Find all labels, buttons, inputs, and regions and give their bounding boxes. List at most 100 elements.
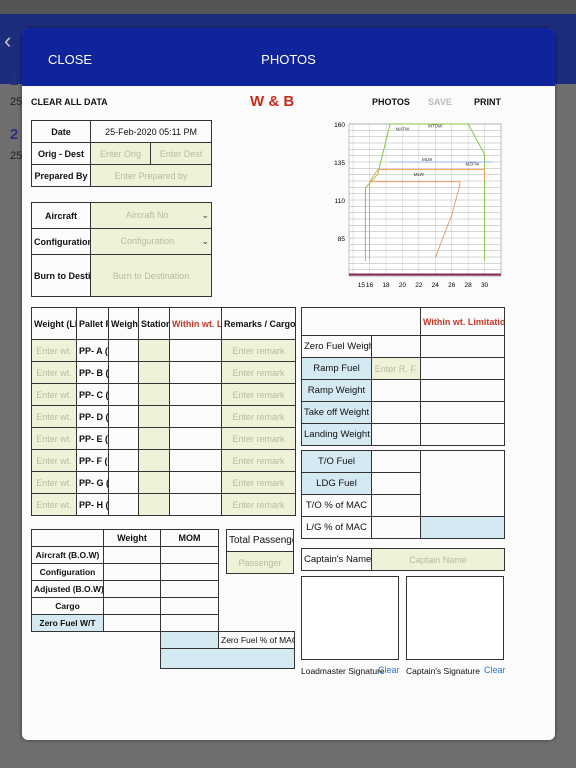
cargo-limit-cell xyxy=(169,405,222,428)
cargo-remark-input[interactable]: Enter remark xyxy=(221,361,296,384)
chart-line-label: MLW xyxy=(414,172,425,177)
summary-mom-cell xyxy=(160,614,219,632)
passenger-table: Total Passenger Passenger xyxy=(226,529,294,574)
cargo-weight-input[interactable]: Enter wt. xyxy=(31,449,77,472)
loadmaster-signature-pad[interactable] xyxy=(301,576,399,660)
limits-within-cell xyxy=(420,335,505,358)
date-label: Date xyxy=(31,120,91,143)
captain-clear-button[interactable]: Clear xyxy=(484,665,506,675)
chart-svg: 160 135 110 85 15 16 18 20 22 24 26 28 30 MATW MTOW MLW… xyxy=(334,122,502,289)
cargo-station-input[interactable] xyxy=(138,361,170,384)
captain-table: Captain's Name Captain Name xyxy=(301,548,505,571)
passenger-label: Total Passenger xyxy=(226,529,294,552)
aircraft-select[interactable]: Aircraft No ⌄ xyxy=(90,202,212,229)
cargo-row: Enter wt.PP- C (3) Enter remark xyxy=(31,383,296,406)
aircraft-label: Aircraft xyxy=(31,202,91,229)
lg-mac-result xyxy=(420,516,505,539)
cargo-station-input[interactable] xyxy=(138,339,170,362)
clear-all-button[interactable]: CLEAR ALL DATA xyxy=(31,97,108,107)
cargo-station-input[interactable] xyxy=(138,405,170,428)
fuel-table: T/O Fuel LDG Fuel T/O % of MAC L/G % of MAC xyxy=(301,450,505,539)
pallet-position: PP- D (4) xyxy=(76,405,109,428)
summary-weight-cell xyxy=(103,580,161,598)
passenger-input[interactable]: Passenger xyxy=(226,551,294,574)
captain-name-label: Captain's Name xyxy=(301,548,372,571)
cargo-remark-input[interactable]: Enter remark xyxy=(221,471,296,494)
bg-row-number: 2 xyxy=(10,126,19,143)
chart-line-label: MATW xyxy=(396,127,410,132)
print-button[interactable]: PRINT xyxy=(474,97,501,107)
cargo-station-input[interactable] xyxy=(138,383,170,406)
zero-fuel-mac-value[interactable] xyxy=(160,631,219,649)
cargo-weight-input[interactable]: Enter wt. xyxy=(31,383,77,406)
cargo-weight-input[interactable]: Enter wt. xyxy=(31,427,77,450)
summary-mom-cell xyxy=(160,580,219,598)
captain-name-input[interactable]: Captain Name xyxy=(371,548,505,571)
flight-info-table: Date 25-Feb-2020 05:11 PM Orig - Dest Ente… xyxy=(31,120,213,187)
cargo-station-input[interactable] xyxy=(138,471,170,494)
col-pallet: Pallet Position xyxy=(76,307,109,340)
cargo-table: Weight (LBS) Pallet Position Weight Stat… xyxy=(31,307,296,516)
save-button[interactable]: SAVE xyxy=(428,97,452,107)
cargo-station-input[interactable] xyxy=(138,449,170,472)
zero-fuel-mac-result[interactable] xyxy=(160,648,295,669)
modal-title: PHOTOS xyxy=(261,52,316,67)
dest-input[interactable]: Enter Dest xyxy=(149,142,213,165)
cargo-weight-cell xyxy=(108,471,139,494)
chart-line-label: MLW xyxy=(422,157,433,162)
chart-line-label: MTOW xyxy=(428,124,443,129)
burn-input[interactable]: Burn to Destination xyxy=(90,254,212,297)
col-remarks: Remarks / Cargo Destination xyxy=(221,307,296,340)
status-bar xyxy=(0,0,576,14)
chart-y-tick: 85 xyxy=(338,236,346,243)
cargo-weight-input[interactable]: Enter wt. xyxy=(31,339,77,362)
back-chevron-icon[interactable]: ‹ xyxy=(4,28,11,54)
cargo-station-input[interactable] xyxy=(138,427,170,450)
fuel-value-cell xyxy=(371,494,421,517)
chart-x-tick: 28 xyxy=(465,282,473,289)
chart-y-tick: 110 xyxy=(335,198,346,205)
prepared-by-label: Prepared By xyxy=(31,164,91,187)
limits-within-cell xyxy=(420,379,505,402)
limits-row: Landing Weight xyxy=(301,423,505,446)
fuel-side-cell xyxy=(420,450,505,517)
summary-weight-cell xyxy=(103,563,161,581)
loadmaster-clear-button[interactable]: Clear xyxy=(378,665,400,675)
fuel-value-cell xyxy=(371,516,421,539)
limits-table: Within wt. Limitations? Zero Fuel Weight… xyxy=(301,307,505,446)
summary-row-label: Zero Fuel W/T xyxy=(31,614,104,632)
cargo-weight-input[interactable]: Enter wt. xyxy=(31,361,77,384)
summary-weight-cell xyxy=(103,597,161,615)
cargo-weight-input[interactable]: Enter wt. xyxy=(31,493,77,516)
configuration-select[interactable]: Configuration ⌄ xyxy=(90,228,212,255)
summary-weight-cell xyxy=(103,614,161,632)
captain-signature-pad[interactable] xyxy=(406,576,504,660)
cargo-remark-input[interactable]: Enter remark xyxy=(221,339,296,362)
cargo-remark-input[interactable]: Enter remark xyxy=(221,449,296,472)
modal-header: CLOSE PHOTOS xyxy=(22,28,555,86)
cargo-remark-input[interactable]: Enter remark xyxy=(221,383,296,406)
cargo-remark-input[interactable]: Enter remark xyxy=(221,405,296,428)
summary-weight-cell xyxy=(103,546,161,564)
orig-input[interactable]: Enter Orig xyxy=(90,142,151,165)
cargo-limit-cell xyxy=(169,471,222,494)
zero-fuel-mac-table: Zero Fuel % of MAC xyxy=(160,631,295,669)
photos-button[interactable]: PHOTOS xyxy=(372,97,410,107)
loadmaster-signature-label: Loadmaster Signature xyxy=(301,666,385,676)
cargo-weight-input[interactable]: Enter wt. xyxy=(31,405,77,428)
cargo-weight-cell xyxy=(108,339,139,362)
limits-within-cell xyxy=(420,357,505,380)
cargo-remark-input[interactable]: Enter remark xyxy=(221,493,296,516)
ramp-fuel-input[interactable]: Enter R. F. xyxy=(371,357,421,380)
chart-x-tick: 24 xyxy=(432,282,440,289)
prepared-by-input[interactable]: Enter Prepared by xyxy=(89,164,213,187)
date-value[interactable]: 25-Feb-2020 05:11 PM xyxy=(89,120,213,143)
cargo-row: Enter wt.PP- B (2) Enter remark xyxy=(31,361,296,384)
cargo-weight-input[interactable]: Enter wt. xyxy=(31,471,77,494)
cargo-station-input[interactable] xyxy=(138,493,170,516)
col-weight: Weight xyxy=(108,307,139,340)
cg-envelope-chart: 160 135 110 85 15 16 18 20 22 24 26 28 30 MATW MTOW MLW… xyxy=(327,118,507,294)
chart-y-tick: 135 xyxy=(334,160,345,167)
cargo-row: Enter wt.PP- H (8) Enter remark xyxy=(31,493,296,516)
cargo-remark-input[interactable]: Enter remark xyxy=(221,427,296,450)
